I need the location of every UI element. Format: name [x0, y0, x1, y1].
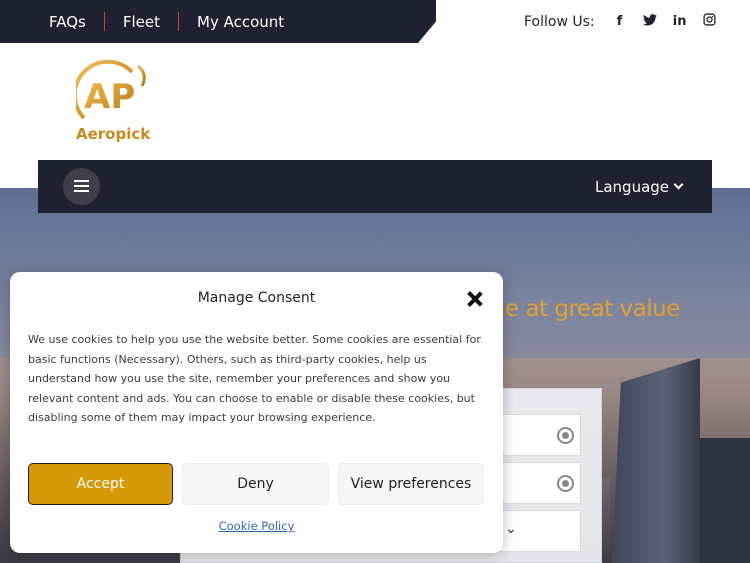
hamburger-menu-button[interactable] [63, 168, 100, 205]
top-nav: FAQs Fleet My Account [49, 0, 284, 43]
main-nav-bar: Language [38, 160, 712, 213]
chevron-down-icon [673, 179, 684, 190]
consent-dialog: Manage Consent We use cookies to help yo… [10, 272, 503, 553]
locate-icon[interactable] [557, 427, 574, 444]
building [700, 438, 750, 563]
linkedin-icon[interactable]: in [665, 14, 695, 29]
locate-icon[interactable] [557, 475, 574, 492]
faqs-link[interactable]: FAQs [49, 13, 86, 31]
instagram-icon[interactable] [695, 13, 725, 30]
my-account-link[interactable]: My Account [197, 13, 284, 31]
twitter-icon[interactable] [635, 13, 665, 30]
dialog-title: Manage Consent [197, 290, 316, 306]
deny-button[interactable]: Deny [182, 463, 329, 505]
building [612, 358, 700, 563]
hero-tagline: e at great value [505, 296, 680, 322]
language-dropdown[interactable]: Language [595, 160, 684, 213]
divider [178, 12, 180, 31]
close-icon[interactable] [466, 290, 484, 308]
top-bar: FAQs Fleet My Account Follow Us: f in [0, 0, 750, 43]
brand-name: Aeropick [76, 125, 151, 143]
svg-text:AP: AP [84, 77, 135, 117]
fleet-link[interactable]: Fleet [123, 13, 160, 31]
menu-icon [74, 180, 89, 182]
menu-icon [74, 190, 89, 192]
facebook-icon[interactable]: f [605, 14, 635, 29]
view-preferences-button[interactable]: View preferences [338, 463, 484, 505]
menu-icon [74, 185, 89, 187]
chevron-down-icon: ⌄ [505, 521, 517, 537]
language-label: Language [595, 177, 670, 196]
accept-button[interactable]: Accept [28, 463, 173, 505]
cookie-policy-link[interactable]: Cookie Policy [10, 519, 503, 533]
divider [103, 12, 105, 31]
follow-us-label: Follow Us: [524, 13, 595, 30]
social-links: Follow Us: f in [524, 0, 725, 43]
consent-text: We use cookies to help you use the websi… [28, 333, 481, 425]
